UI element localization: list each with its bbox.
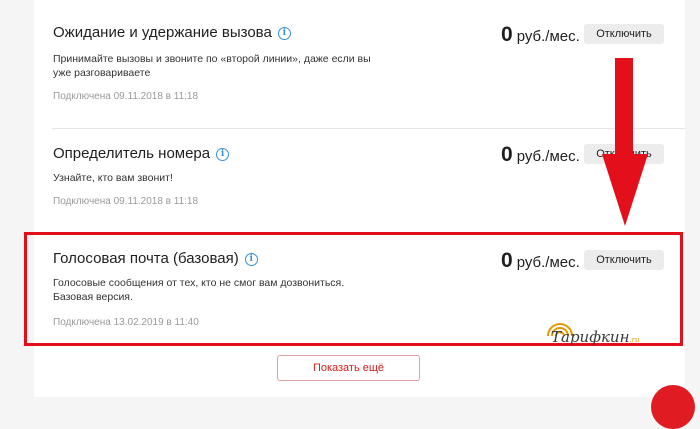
info-icon[interactable]: i bbox=[277, 27, 291, 40]
service-price: 0 руб./мес. bbox=[501, 23, 580, 46]
show-more-button[interactable]: Показать ещё bbox=[277, 355, 420, 381]
watermark-text: Тарифкин.ru bbox=[551, 328, 640, 346]
service-description: Принимайте вызовы и звоните по «второй л… bbox=[53, 53, 371, 79]
service-date: Подключена 09.11.2018 в 11:18 bbox=[53, 91, 199, 102]
chat-button[interactable] bbox=[651, 385, 695, 429]
service-title: Ожидание и удержание вызова i bbox=[53, 24, 291, 42]
down-arrow-icon bbox=[602, 58, 648, 226]
disable-button[interactable]: Отключить bbox=[584, 24, 664, 44]
service-item: Определитель номера i Узнайте, кто вам зв… bbox=[34, 128, 685, 232]
info-icon[interactable]: i bbox=[216, 148, 230, 161]
service-date: Подключена 09.11.2018 в 11:18 bbox=[53, 196, 199, 207]
service-description: Узнайте, кто вам звонит! bbox=[53, 172, 173, 184]
service-item: Ожидание и удержание вызова i Принимайте … bbox=[34, 0, 685, 122]
service-price: 0 руб./мес. bbox=[501, 143, 580, 166]
service-title: Определитель номера i bbox=[53, 145, 230, 163]
